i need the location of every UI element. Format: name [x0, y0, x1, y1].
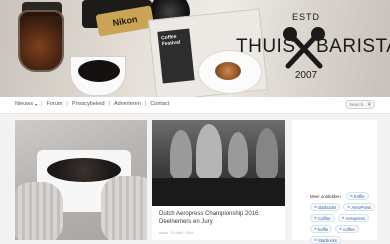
nav-item-label: Contact: [150, 101, 170, 107]
tag-icon: ⊕: [314, 227, 317, 231]
nav-separator: |: [41, 101, 43, 107]
tag-icon: ⊕: [339, 227, 343, 231]
post-card[interactable]: Dutch Aeropress Championship 2016: Deeln…: [152, 120, 285, 240]
person: [256, 128, 278, 180]
nav-item-label: Forum: [46, 101, 63, 107]
logo-estd: ESTD: [291, 12, 320, 22]
post-thumbnail[interactable]: [152, 120, 285, 206]
search-icon[interactable]: ⚲: [367, 102, 371, 108]
tag-link[interactable]: ⊕ Koffie: [345, 192, 369, 200]
tag-label: starbucks: [317, 204, 337, 210]
tag-link[interactable]: ⊕ koffie: [310, 225, 333, 233]
post-meta: Amsk · 15 April · 2016: [159, 231, 194, 235]
tag-label: Coffee: [317, 215, 331, 221]
tag-icon: ⊕: [349, 194, 353, 198]
magazine-cover-text: Coffee Festival: [160, 33, 181, 48]
nav-item-forum[interactable]: Forum: [47, 101, 63, 107]
coffee-carafe: [18, 10, 64, 72]
crossed-portafilters-icon: [283, 27, 325, 69]
search-input[interactable]: Search... ⚲: [345, 100, 375, 109]
coffee-surface: [78, 60, 120, 82]
knitted-glove-right: [101, 176, 147, 240]
logo-year: 2007: [294, 70, 318, 81]
hero-banner: Nikon Coffee Festival ESTD THUIS BARISTA…: [0, 0, 390, 97]
nav-item-nieuws[interactable]: Nieuws ▾: [15, 101, 37, 107]
nav-item-label: Nieuws: [15, 101, 34, 107]
person: [228, 132, 248, 178]
tag-link[interactable]: ⊕ Starbucks: [310, 236, 342, 244]
chevron-down-icon: ▾: [35, 101, 38, 107]
logo-right-word: BARISTA: [316, 36, 390, 57]
nav-item-privacybeleid[interactable]: Privacybeleid: [72, 101, 105, 107]
tag-link[interactable]: ⊕ coffee: [335, 225, 359, 233]
tag-link[interactable]: ⊕ AeroPress: [343, 203, 376, 211]
tag-label: Starbucks: [317, 237, 338, 243]
tag-icon: ⊕: [314, 238, 317, 242]
knitted-glove-left: [15, 182, 63, 240]
tag-label: Koffie: [353, 193, 365, 199]
person: [196, 124, 222, 180]
main-navigation: Nieuws ▾ | Forum | Privacybeleid | Adverteren | C…: [0, 97, 390, 114]
post-title[interactable]: Dutch Aeropress Championship 2016: Deeln…: [159, 211, 281, 226]
nav-menu: Nieuws ▾ | Forum | Privacybeleid | Adverteren | C…: [15, 101, 169, 107]
tag-label: Aeropress: [345, 215, 366, 221]
nav-item-label: Privacybeleid: [71, 101, 105, 107]
nav-separator: |: [66, 101, 68, 107]
tag-icon: ⊕: [314, 216, 317, 220]
counter: [152, 178, 285, 206]
tag-cloud: Meer ontdekken ⊕ Koffie ⊕ starbucks ⊕ AeroPres…: [310, 192, 376, 244]
sidebar: Meer ontdekken ⊕ Koffie ⊕ starbucks ⊕ AeroPres…: [292, 120, 377, 244]
tag-icon: ⊕: [347, 205, 351, 209]
nav-separator: |: [108, 101, 110, 107]
tag-link[interactable]: ⊕ starbucks: [310, 203, 341, 211]
tag-icon: ⊕: [341, 216, 345, 220]
nav-item-label: Adverteren: [113, 101, 141, 107]
tag-label: koffie: [317, 226, 329, 232]
magazine-cover: Coffee Festival: [157, 28, 195, 84]
person: [170, 130, 192, 180]
tag-link[interactable]: ⊕ Aeropress: [337, 214, 370, 222]
tag-icon: ⊕: [314, 205, 317, 209]
nav-separator: |: [144, 101, 147, 107]
tag-label: coffee: [343, 226, 355, 232]
nav-item-adverteren[interactable]: Adverteren: [114, 101, 141, 107]
tag-label: Meer ontdekken: [310, 193, 341, 199]
tags-heading: Meer ontdekken: [310, 192, 343, 200]
tag-label: AeroPress: [351, 204, 372, 210]
search-placeholder: Search...: [349, 102, 368, 107]
post-card-image[interactable]: [15, 120, 147, 240]
site-logo[interactable]: ESTD THUIS BARISTA 2007: [236, 12, 390, 88]
nav-item-contact[interactable]: Contact: [150, 101, 169, 107]
tag-link[interactable]: ⊕ Coffee: [310, 214, 335, 222]
